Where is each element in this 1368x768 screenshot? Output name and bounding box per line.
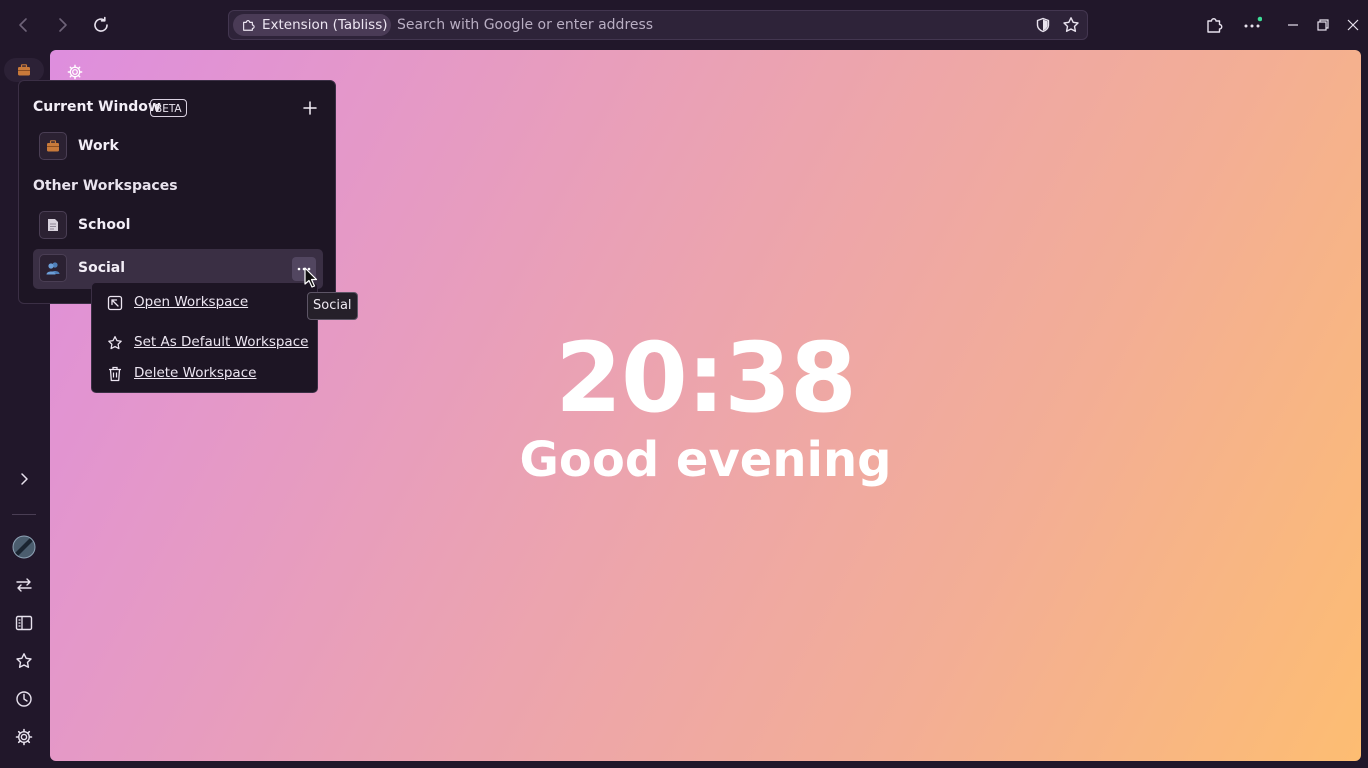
extensions-button[interactable]	[1202, 13, 1226, 37]
workspace-label: Social	[78, 260, 126, 276]
gear-icon	[67, 64, 83, 80]
minimize-button[interactable]	[1281, 13, 1305, 37]
more-dots-icon	[1244, 16, 1262, 28]
avatar-icon	[12, 535, 36, 559]
sidebar-settings-button[interactable]	[12, 725, 36, 749]
star-icon	[16, 653, 32, 668]
swap-arrows-icon	[16, 578, 32, 592]
workspace-label: School	[78, 217, 131, 233]
current-window-heading: Current Window	[33, 99, 161, 115]
document-icon	[39, 211, 67, 239]
people-icon	[39, 254, 67, 282]
plus-icon	[303, 101, 317, 115]
workspace-context-menu: Open Workspace Set As Default Workspace …	[91, 282, 318, 393]
greeting-text: Good evening	[519, 432, 892, 488]
reload-button[interactable]	[88, 12, 114, 38]
workspace-item-school[interactable]: School	[33, 206, 323, 246]
bookmark-star-icon[interactable]	[1062, 16, 1080, 34]
briefcase-icon	[39, 132, 67, 160]
restore-button[interactable]	[1311, 13, 1335, 37]
menu-item-open-workspace[interactable]: Open Workspace	[92, 288, 317, 318]
open-workspace-icon	[106, 294, 124, 312]
trash-icon	[106, 365, 124, 383]
back-arrow-icon	[19, 18, 27, 32]
sidebar-expand-button[interactable]	[12, 467, 36, 491]
sidebar-history-button[interactable]	[12, 687, 36, 711]
url-input[interactable]: Search with Google or enter address	[397, 17, 653, 33]
workspace-item-work[interactable]: Work	[33, 127, 323, 167]
sidebar-panel-icon	[15, 615, 33, 631]
forward-arrow-icon	[59, 18, 67, 32]
address-bar[interactable]: Extension (Tabliss) Search with Google o…	[228, 10, 1088, 40]
sidebar-divider	[12, 514, 36, 515]
briefcase-icon	[18, 64, 30, 76]
workspace-tooltip: Social	[307, 292, 358, 320]
close-window-button[interactable]	[1341, 13, 1365, 37]
menu-item-delete-workspace[interactable]: Delete Workspace	[92, 359, 317, 389]
extensions-puzzle-icon	[1207, 18, 1223, 33]
minimize-icon	[1288, 24, 1298, 26]
back-button[interactable]	[11, 12, 37, 38]
sidebar-bookmarks-button[interactable]	[12, 649, 36, 673]
sidebar-sync-button[interactable]	[12, 573, 36, 597]
menu-item-label: Set As Default Workspace	[134, 334, 309, 350]
workspace-switcher-button[interactable]	[4, 58, 44, 82]
beta-badge: BETA	[150, 99, 187, 117]
add-workspace-button[interactable]	[299, 97, 321, 119]
app-menu-button[interactable]	[1240, 13, 1264, 37]
menu-item-label: Open Workspace	[134, 294, 249, 310]
tracking-protection-icon[interactable]	[1035, 17, 1051, 33]
extension-label: Extension (Tabliss)	[262, 17, 388, 33]
tabliss-settings-button[interactable]	[67, 64, 83, 80]
extension-identity-chip[interactable]: Extension (Tabliss)	[233, 14, 391, 36]
forward-button[interactable]	[49, 12, 75, 38]
extension-puzzle-icon	[243, 20, 255, 31]
chevron-right-icon	[21, 473, 28, 485]
mouse-cursor-icon	[304, 267, 318, 289]
menu-item-set-default-workspace[interactable]: Set As Default Workspace	[92, 328, 317, 358]
gear-icon	[15, 728, 33, 746]
workspaces-panel: Current Window BETA Work Other Workspace…	[18, 80, 336, 304]
star-icon	[106, 334, 124, 352]
sidebar-panel-button[interactable]	[12, 611, 36, 635]
menu-item-label: Delete Workspace	[134, 365, 257, 381]
workspace-label: Work	[78, 138, 119, 154]
sidebar-avatar-button[interactable]	[12, 535, 36, 559]
other-workspaces-heading: Other Workspaces	[33, 178, 178, 194]
clock-icon	[16, 691, 32, 707]
close-icon	[1347, 19, 1359, 31]
restore-icon	[1317, 19, 1329, 31]
reload-icon	[94, 16, 108, 32]
